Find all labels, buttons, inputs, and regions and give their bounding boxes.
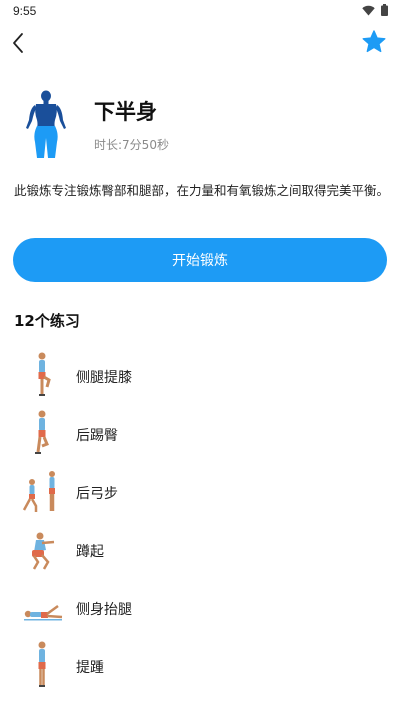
- exercise-item[interactable]: 后踢臀: [0, 404, 400, 462]
- favorite-button[interactable]: [359, 27, 389, 57]
- exercise-item[interactable]: 侧腿提膝: [0, 346, 400, 404]
- status-icons: [362, 4, 388, 16]
- battery-icon: [381, 4, 388, 16]
- exercise-name: 提踵: [76, 660, 104, 676]
- app-bar: [0, 24, 400, 64]
- workout-duration: 时长:7分50秒: [94, 136, 169, 153]
- side-lying-leg-raise-icon: [24, 604, 63, 621]
- lower-body-figure-icon: [26, 90, 66, 158]
- exercise-name: 侧腿提膝: [76, 370, 132, 386]
- duration-value: 7分50秒: [122, 138, 169, 152]
- back-button[interactable]: [6, 29, 30, 57]
- exercise-item[interactable]: 提踵: [0, 636, 400, 694]
- status-time: 9:55: [13, 4, 37, 18]
- exercise-name: 后弓步: [76, 486, 118, 502]
- workout-description: 此锻炼专注锻炼臀部和腿部，在力量和有氧锻炼之间取得完美平衡。: [14, 183, 390, 198]
- standing-knee-raise-icon: [38, 352, 51, 396]
- calf-raise-icon: [38, 641, 46, 687]
- exercise-item[interactable]: 侧身抬腿: [0, 578, 400, 636]
- exercise-list: 侧腿提膝 后踢臀 后弓步 蹲起 侧身抬腿 提踵: [0, 346, 400, 694]
- exercise-name: 侧身抬腿: [76, 602, 132, 618]
- butt-kick-icon: [35, 410, 49, 454]
- exercise-item[interactable]: 蹲起: [0, 520, 400, 578]
- star-icon: [362, 30, 386, 53]
- start-workout-button[interactable]: 开始锻炼: [13, 238, 387, 282]
- duration-label: 时长:: [94, 138, 123, 152]
- wifi-icon: [362, 5, 375, 15]
- squat-icon: [32, 532, 55, 570]
- reverse-lunge-icon: [22, 471, 55, 512]
- workout-title: 下半身: [94, 100, 157, 124]
- exercise-item[interactable]: 后弓步: [0, 462, 400, 520]
- exercise-name: 后踢臀: [76, 428, 118, 444]
- workout-header: 下半身 时长:7分50秒: [0, 88, 400, 162]
- exercise-name: 蹲起: [76, 544, 104, 560]
- chevron-left-icon: [13, 33, 23, 53]
- status-bar: 9:55: [0, 0, 400, 24]
- exercises-count-heading: 12个练习: [14, 312, 80, 330]
